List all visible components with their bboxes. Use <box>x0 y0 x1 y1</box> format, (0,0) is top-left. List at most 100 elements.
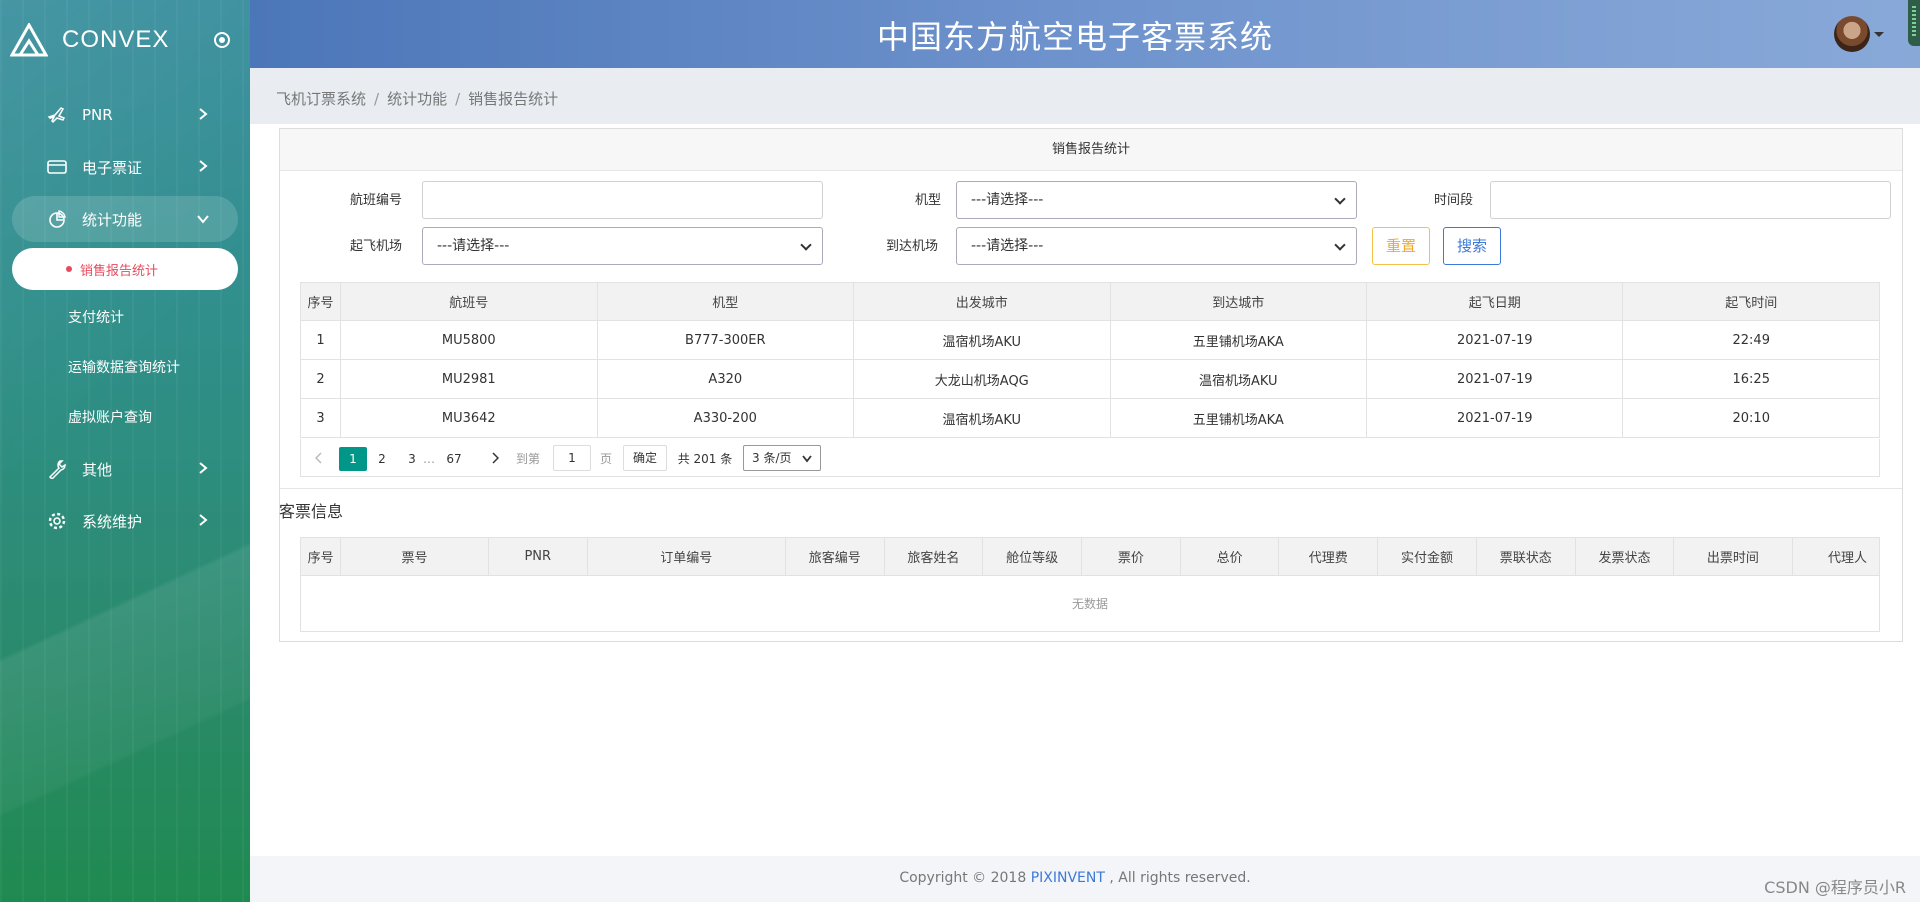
page-button[interactable]: 67 <box>443 447 465 471</box>
aircraft-label: 机型 <box>915 193 942 208</box>
chevron-right-icon <box>199 108 208 120</box>
column-header[interactable]: 旅客姓名 <box>883 537 984 576</box>
table-header-row: 序号 航班号 机型 出发城市 到达城市 起飞日期 起飞时间 <box>299 282 1880 321</box>
page-ellipsis: … <box>423 452 435 466</box>
sidebar-subitem-label: 支付统计 <box>68 310 124 326</box>
confirm-page-button[interactable]: 确定 <box>623 445 667 471</box>
column-header[interactable]: PNR <box>487 537 588 576</box>
sidebar-item-other[interactable]: 其他 <box>12 446 238 492</box>
table-cell: A320 <box>596 359 855 399</box>
sidebar-subitem-transport[interactable]: 运输数据查询统计 <box>0 342 250 392</box>
column-header[interactable]: 起飞时间 <box>1622 282 1880 321</box>
chevron-down-icon <box>802 455 812 463</box>
sidebar-item-statistics[interactable]: 统计功能 <box>12 196 238 242</box>
period-input[interactable] <box>1490 181 1891 219</box>
sidebar-subitem-sales-report[interactable]: 销售报告统计 <box>12 248 238 290</box>
pie-chart-icon <box>46 208 68 230</box>
table-row[interactable]: 2 MU2981 A320 大龙山机场AQG 温宿机场AKU 2021-07-1… <box>299 359 1880 399</box>
table-cell: 22:49 <box>1622 320 1880 360</box>
brand[interactable]: CONVEX <box>10 22 240 58</box>
column-header[interactable]: 到达城市 <box>1109 282 1368 321</box>
column-header[interactable]: 出发城市 <box>853 282 1111 321</box>
goto-page-input[interactable]: 1 <box>553 445 591 471</box>
departure-select-value: ---请选择--- <box>437 238 510 254</box>
column-header[interactable]: 票价 <box>1081 537 1181 576</box>
table-cell: 五里铺机场AKA <box>1109 398 1368 438</box>
caret-down-icon[interactable] <box>1874 32 1884 37</box>
table-cell: 3 <box>299 398 342 438</box>
chevron-right-icon <box>199 160 208 172</box>
column-header[interactable]: 总价 <box>1179 537 1280 576</box>
sidebar-item-eticket[interactable]: 电子票证 <box>12 144 238 190</box>
column-header[interactable]: 序号 <box>299 282 342 321</box>
page-button[interactable]: 3 <box>405 447 419 471</box>
per-page-value: 3 条/页 <box>752 451 792 465</box>
tickets-table: 序号 票号 PNR 订单编号 旅客编号 旅客姓名 舱位等级 票价 总价 代理费 … <box>299 537 1881 632</box>
breadcrumb-item[interactable]: 飞机订票系统 <box>276 90 366 108</box>
reset-button[interactable]: 重置 <box>1372 227 1430 265</box>
flight-no-input[interactable] <box>422 181 823 219</box>
column-header[interactable]: 航班号 <box>340 282 598 321</box>
table-cell: 温宿机场AKU <box>853 398 1111 438</box>
arrival-label: 到达机场 <box>886 239 939 254</box>
total-count: 共 201 条 <box>677 452 733 466</box>
panel-title: 销售报告统计 <box>280 129 1902 171</box>
column-header[interactable]: 代理费 <box>1278 537 1379 576</box>
page-title: 中国东方航空电子客票系统 <box>876 18 1273 56</box>
per-page-select[interactable]: 3 条/页 <box>743 445 821 471</box>
column-header[interactable]: 出票时间 <box>1673 537 1793 576</box>
search-button[interactable]: 搜索 <box>1443 227 1501 265</box>
column-header[interactable]: 实付金额 <box>1377 537 1477 576</box>
sidebar-subitem-virtual-account[interactable]: 虚拟账户查询 <box>0 392 250 442</box>
goto-label: 到第 <box>515 452 540 466</box>
sidebar-item-label: 电子票证 <box>82 158 143 177</box>
page-button[interactable]: 2 <box>375 447 389 471</box>
breadcrumb: 飞机订票系统 / 统计功能 / 销售报告统计 <box>276 88 558 109</box>
page-button-current[interactable]: 1 <box>339 447 367 471</box>
aircraft-select[interactable]: ---请选择--- <box>956 181 1357 219</box>
column-header[interactable]: 订单编号 <box>586 537 786 576</box>
table-cell: 温宿机场AKU <box>1109 359 1368 399</box>
sidebar-item-pnr[interactable]: PNR <box>12 92 238 138</box>
copyright: Copyright © 2018 PIXINVENT , All rights … <box>250 870 1900 886</box>
table-cell: 2021-07-19 <box>1365 359 1624 399</box>
page-unit-label: 页 <box>599 452 612 466</box>
footer-brand-link[interactable]: PIXINVENT <box>1031 870 1105 886</box>
column-header[interactable]: 发票状态 <box>1574 537 1675 576</box>
edge-widget <box>1908 0 1920 46</box>
table-cell: MU5800 <box>340 320 598 360</box>
column-header[interactable]: 旅客编号 <box>784 537 885 576</box>
table-cell: 20:10 <box>1622 398 1880 438</box>
column-header[interactable]: 机型 <box>596 282 855 321</box>
tickets-section-title: 客票信息 <box>279 502 344 521</box>
next-page-icon[interactable] <box>491 452 499 464</box>
column-header[interactable]: 代理人 <box>1791 537 1881 576</box>
table-cell: 温宿机场AKU <box>853 320 1111 360</box>
column-header[interactable]: 起飞日期 <box>1365 282 1624 321</box>
table-row[interactable]: 3 MU3642 A330-200 温宿机场AKU 五里铺机场AKA 2021-… <box>299 398 1880 438</box>
watermark: CSDN @程序员小R <box>1764 878 1906 897</box>
departure-select[interactable]: ---请选择--- <box>422 227 823 265</box>
table-cell: 2021-07-19 <box>1365 398 1624 438</box>
sidebar-menu: PNR 电子票证 统计功能 销售报告统计 支付统计 运输数据查询统计 虚拟账户查… <box>0 88 250 550</box>
sidebar-toggle-icon[interactable] <box>214 32 230 48</box>
column-header[interactable]: 序号 <box>299 537 342 576</box>
column-header[interactable]: 票联状态 <box>1475 537 1576 576</box>
avatar[interactable] <box>1834 16 1870 52</box>
breadcrumb-item[interactable]: 统计功能 <box>387 90 447 108</box>
table-cell: 2021-07-19 <box>1365 320 1624 360</box>
prev-page-icon[interactable] <box>315 452 323 464</box>
brand-name: CONVEX <box>62 26 170 53</box>
period-label: 时间段 <box>1434 193 1474 208</box>
sidebar: CONVEX PNR 电子票证 统计功能 销售报告统计 支付统计 运输数据查询统… <box>0 0 250 902</box>
arrival-select[interactable]: ---请选择--- <box>956 227 1357 265</box>
column-header[interactable]: 舱位等级 <box>982 537 1082 576</box>
column-header[interactable]: 票号 <box>340 537 489 576</box>
sidebar-item-label: 系统维护 <box>82 512 143 531</box>
table-cell: 大龙山机场AQG <box>853 359 1111 399</box>
sidebar-item-system[interactable]: 系统维护 <box>12 498 238 544</box>
pagination: 1 2 3 … 67 到第 1 页 确定 共 201 条 3 条/页 <box>300 439 1880 477</box>
sidebar-subitem-payment[interactable]: 支付统计 <box>0 292 250 342</box>
table-row[interactable]: 1 MU5800 B777-300ER 温宿机场AKU 五里铺机场AKA 202… <box>299 320 1880 360</box>
arrival-select-value: ---请选择--- <box>971 238 1044 254</box>
